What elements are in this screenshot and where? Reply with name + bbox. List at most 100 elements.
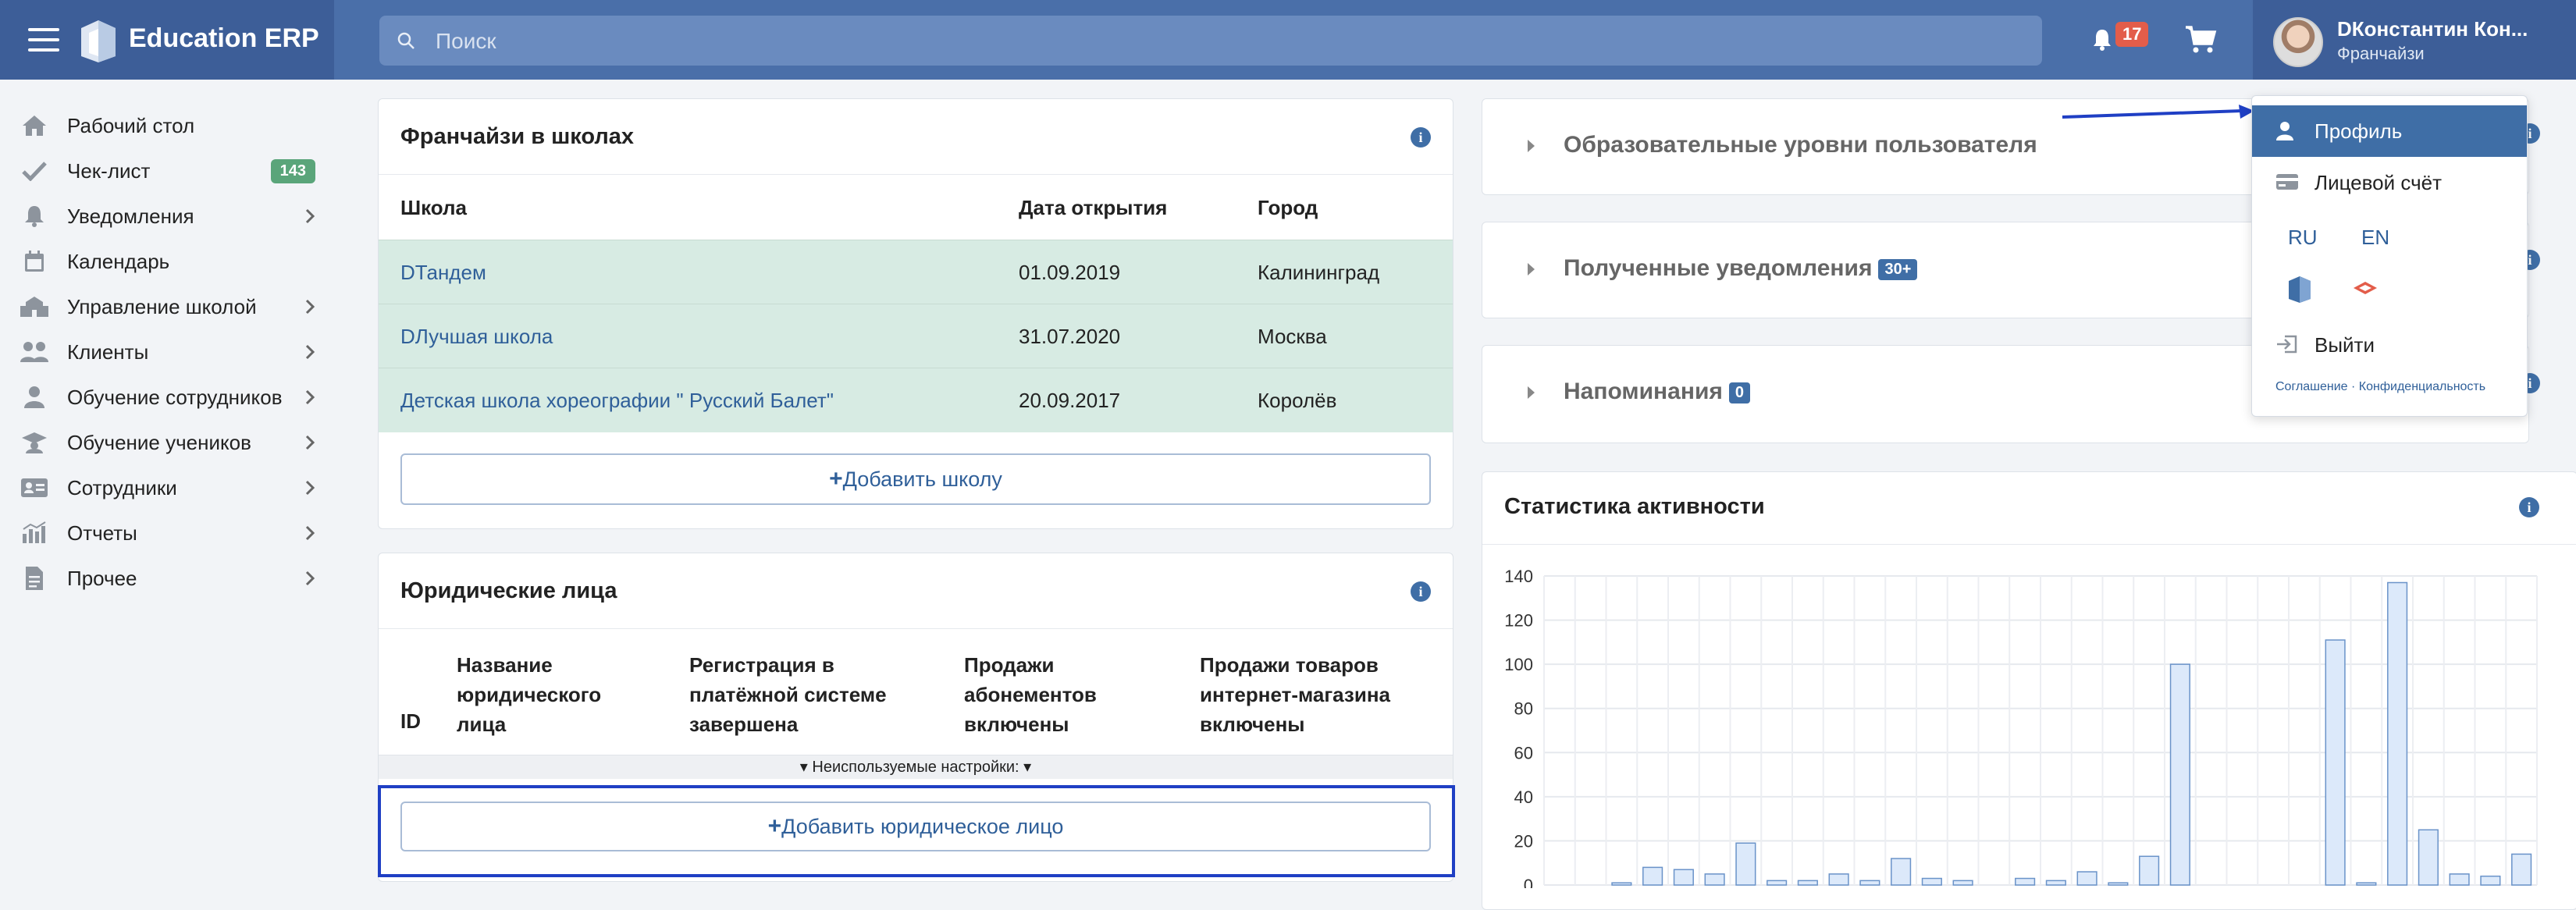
- school-link[interactable]: DЛучшая школа: [400, 325, 553, 349]
- sidebar-item-label: Обучение сотрудников: [67, 385, 283, 409]
- cart-icon[interactable]: [2184, 25, 2217, 55]
- unused-settings-toggle[interactable]: ▾ Неиспользуемые настройки: ▾: [379, 755, 1453, 779]
- column-header-school[interactable]: Школа: [400, 196, 467, 220]
- activity-chart: 0 20 40 60 80 100 120 140: [1482, 471, 2576, 895]
- caret-down-icon: ▾: [799, 759, 813, 776]
- franchises-title: Франчайзи в школах: [400, 124, 635, 149]
- search-icon: [397, 32, 415, 49]
- notifications-count-badge[interactable]: 17: [2115, 22, 2149, 47]
- sidebar-item-other[interactable]: Прочее: [19, 556, 315, 601]
- sidebar-item-student-training[interactable]: Обучение учеников: [19, 420, 315, 465]
- column-header-city[interactable]: Город: [1258, 196, 1318, 220]
- chart-bar: [1891, 858, 1912, 886]
- notifications-bell-icon[interactable]: [2092, 28, 2112, 52]
- menu-item-label: Профиль: [2314, 119, 2403, 143]
- sidebar-item-staff-training[interactable]: Обучение сотрудников: [19, 375, 315, 420]
- chart-bar: [2387, 581, 2408, 886]
- education-erp-logo-icon[interactable]: [2286, 274, 2313, 304]
- open-date: 01.09.2019: [1019, 261, 1121, 284]
- graduation-cap-icon: [19, 430, 50, 455]
- activity-chart-svg: 0 20 40 60 80 100 120 140: [1504, 567, 2538, 895]
- language-ru[interactable]: RU: [2288, 226, 2318, 250]
- chevron-right-icon: [305, 344, 315, 360]
- sidebar-item-label: Сотрудники: [67, 475, 177, 499]
- info-icon[interactable]: i: [1411, 127, 1431, 148]
- caret-right-icon: [1528, 140, 1535, 152]
- agreement-privacy-links[interactable]: Соглашение · Конфиденциальность: [2275, 380, 2485, 394]
- sidebar-item-notifications[interactable]: Уведомления: [19, 194, 315, 239]
- sidebar-item-school-management[interactable]: Управление школой: [19, 284, 315, 329]
- divider: [379, 628, 1453, 629]
- menu-item-label: Выйти: [2314, 333, 2375, 357]
- chart-bar: [1642, 866, 1663, 886]
- chevron-right-icon: [305, 389, 315, 405]
- menu-item-logout[interactable]: Выйти: [2252, 319, 2527, 371]
- brand-name[interactable]: Education ERP: [129, 23, 319, 54]
- chart-bar: [1704, 873, 1725, 886]
- app-logo-icon: [78, 17, 119, 68]
- sidebar-item-employees[interactable]: Сотрудники: [19, 465, 315, 510]
- home-icon: [19, 113, 50, 138]
- id-card-icon: [19, 475, 50, 500]
- column-header-subscription-sales[interactable]: Продажи абонементов включены: [964, 650, 1159, 739]
- reports-icon: [19, 521, 50, 546]
- chart-bar: [2480, 875, 2501, 886]
- column-header-legal-name[interactable]: Название юридического лица: [457, 650, 652, 739]
- language-en[interactable]: EN: [2361, 226, 2389, 250]
- column-header-open-date[interactable]: Дата открытия: [1019, 196, 1167, 220]
- hamburger-menu-icon[interactable]: [28, 28, 59, 52]
- highlight-frame: [378, 785, 1455, 877]
- chart-bar: [2356, 882, 2377, 886]
- school-link[interactable]: DТандем: [400, 261, 486, 285]
- info-icon[interactable]: i: [1411, 581, 1431, 602]
- chart-bar: [1673, 869, 1694, 886]
- logout-icon: [2277, 335, 2297, 354]
- sidebar-item-calendar[interactable]: Календарь: [19, 239, 315, 284]
- bell-icon: [19, 204, 50, 229]
- search-bar[interactable]: [379, 16, 2042, 67]
- sidebar-item-checklist[interactable]: Чек-лист 143: [19, 148, 315, 194]
- column-header-id[interactable]: ID: [400, 709, 421, 734]
- sidebar-item-desktop[interactable]: Рабочий стол: [19, 103, 315, 148]
- reminders-count-tag: 0: [1728, 382, 1751, 403]
- y-tick-label: 60: [1514, 743, 1533, 762]
- chevron-right-icon: [305, 571, 315, 586]
- school-icon: [19, 294, 50, 319]
- search-input[interactable]: [434, 16, 1920, 67]
- caret-right-icon: [1528, 263, 1535, 275]
- chart-bar: [2511, 853, 2532, 886]
- menu-item-account[interactable]: Лицевой счёт: [2252, 157, 2527, 208]
- caret-right-icon: [1528, 386, 1535, 399]
- y-tick-label: 0: [1524, 876, 1533, 888]
- user-menu[interactable]: DКонстантин Кон... Франчайзи: [2253, 0, 2576, 80]
- chevron-right-icon: [305, 299, 315, 315]
- chart-bar: [2045, 880, 2066, 886]
- accordion-title-wrap[interactable]: Напоминания 0: [1564, 379, 1751, 405]
- y-tick-label: 80: [1514, 699, 1533, 719]
- column-header-shop-sales[interactable]: Продажи товаров интернет-магазина включе…: [1200, 650, 1426, 739]
- accordion-title-wrap[interactable]: Полученные уведомления 30+: [1564, 255, 1918, 282]
- chart-bar: [1797, 880, 1818, 886]
- brand-area: Education ERP: [0, 0, 334, 80]
- avatar[interactable]: [2273, 17, 2323, 67]
- sidebar-item-reports[interactable]: Отчеты: [19, 510, 315, 556]
- notifications-count-tag: 30+: [1878, 258, 1918, 280]
- user-name[interactable]: DКонстантин Кон...: [2337, 17, 2528, 41]
- sidebar-item-clients[interactable]: Клиенты: [19, 329, 315, 375]
- sidebar: Рабочий стол Чек-лист 143 Уведомления Ка…: [0, 80, 334, 888]
- menu-item-profile[interactable]: Профиль: [2252, 105, 2527, 157]
- y-tick-label: 120: [1504, 611, 1533, 631]
- add-school-button[interactable]: +Добавить школу: [400, 453, 1431, 505]
- clients-icon: [19, 339, 50, 364]
- accordion-title[interactable]: Образовательные уровни пользователя: [1564, 132, 2037, 158]
- accordion-title: Полученные уведомления: [1564, 255, 1873, 281]
- plus-icon: +: [829, 466, 843, 492]
- table-row[interactable]: DТандем 01.09.2019 Калининград: [379, 240, 1453, 304]
- table-row[interactable]: DЛучшая школа 31.07.2020 Москва: [379, 304, 1453, 368]
- chart-bar: [1735, 842, 1756, 886]
- table-row[interactable]: Детская школа хореографии " Русский Бале…: [379, 368, 1453, 432]
- school-link[interactable]: Детская школа хореографии " Русский Бале…: [400, 389, 834, 413]
- partner-logo-icon[interactable]: [2352, 279, 2379, 297]
- chart-bar: [1767, 880, 1788, 886]
- column-header-payment-registration[interactable]: Регистрация в платёжной системе завершен…: [689, 650, 923, 739]
